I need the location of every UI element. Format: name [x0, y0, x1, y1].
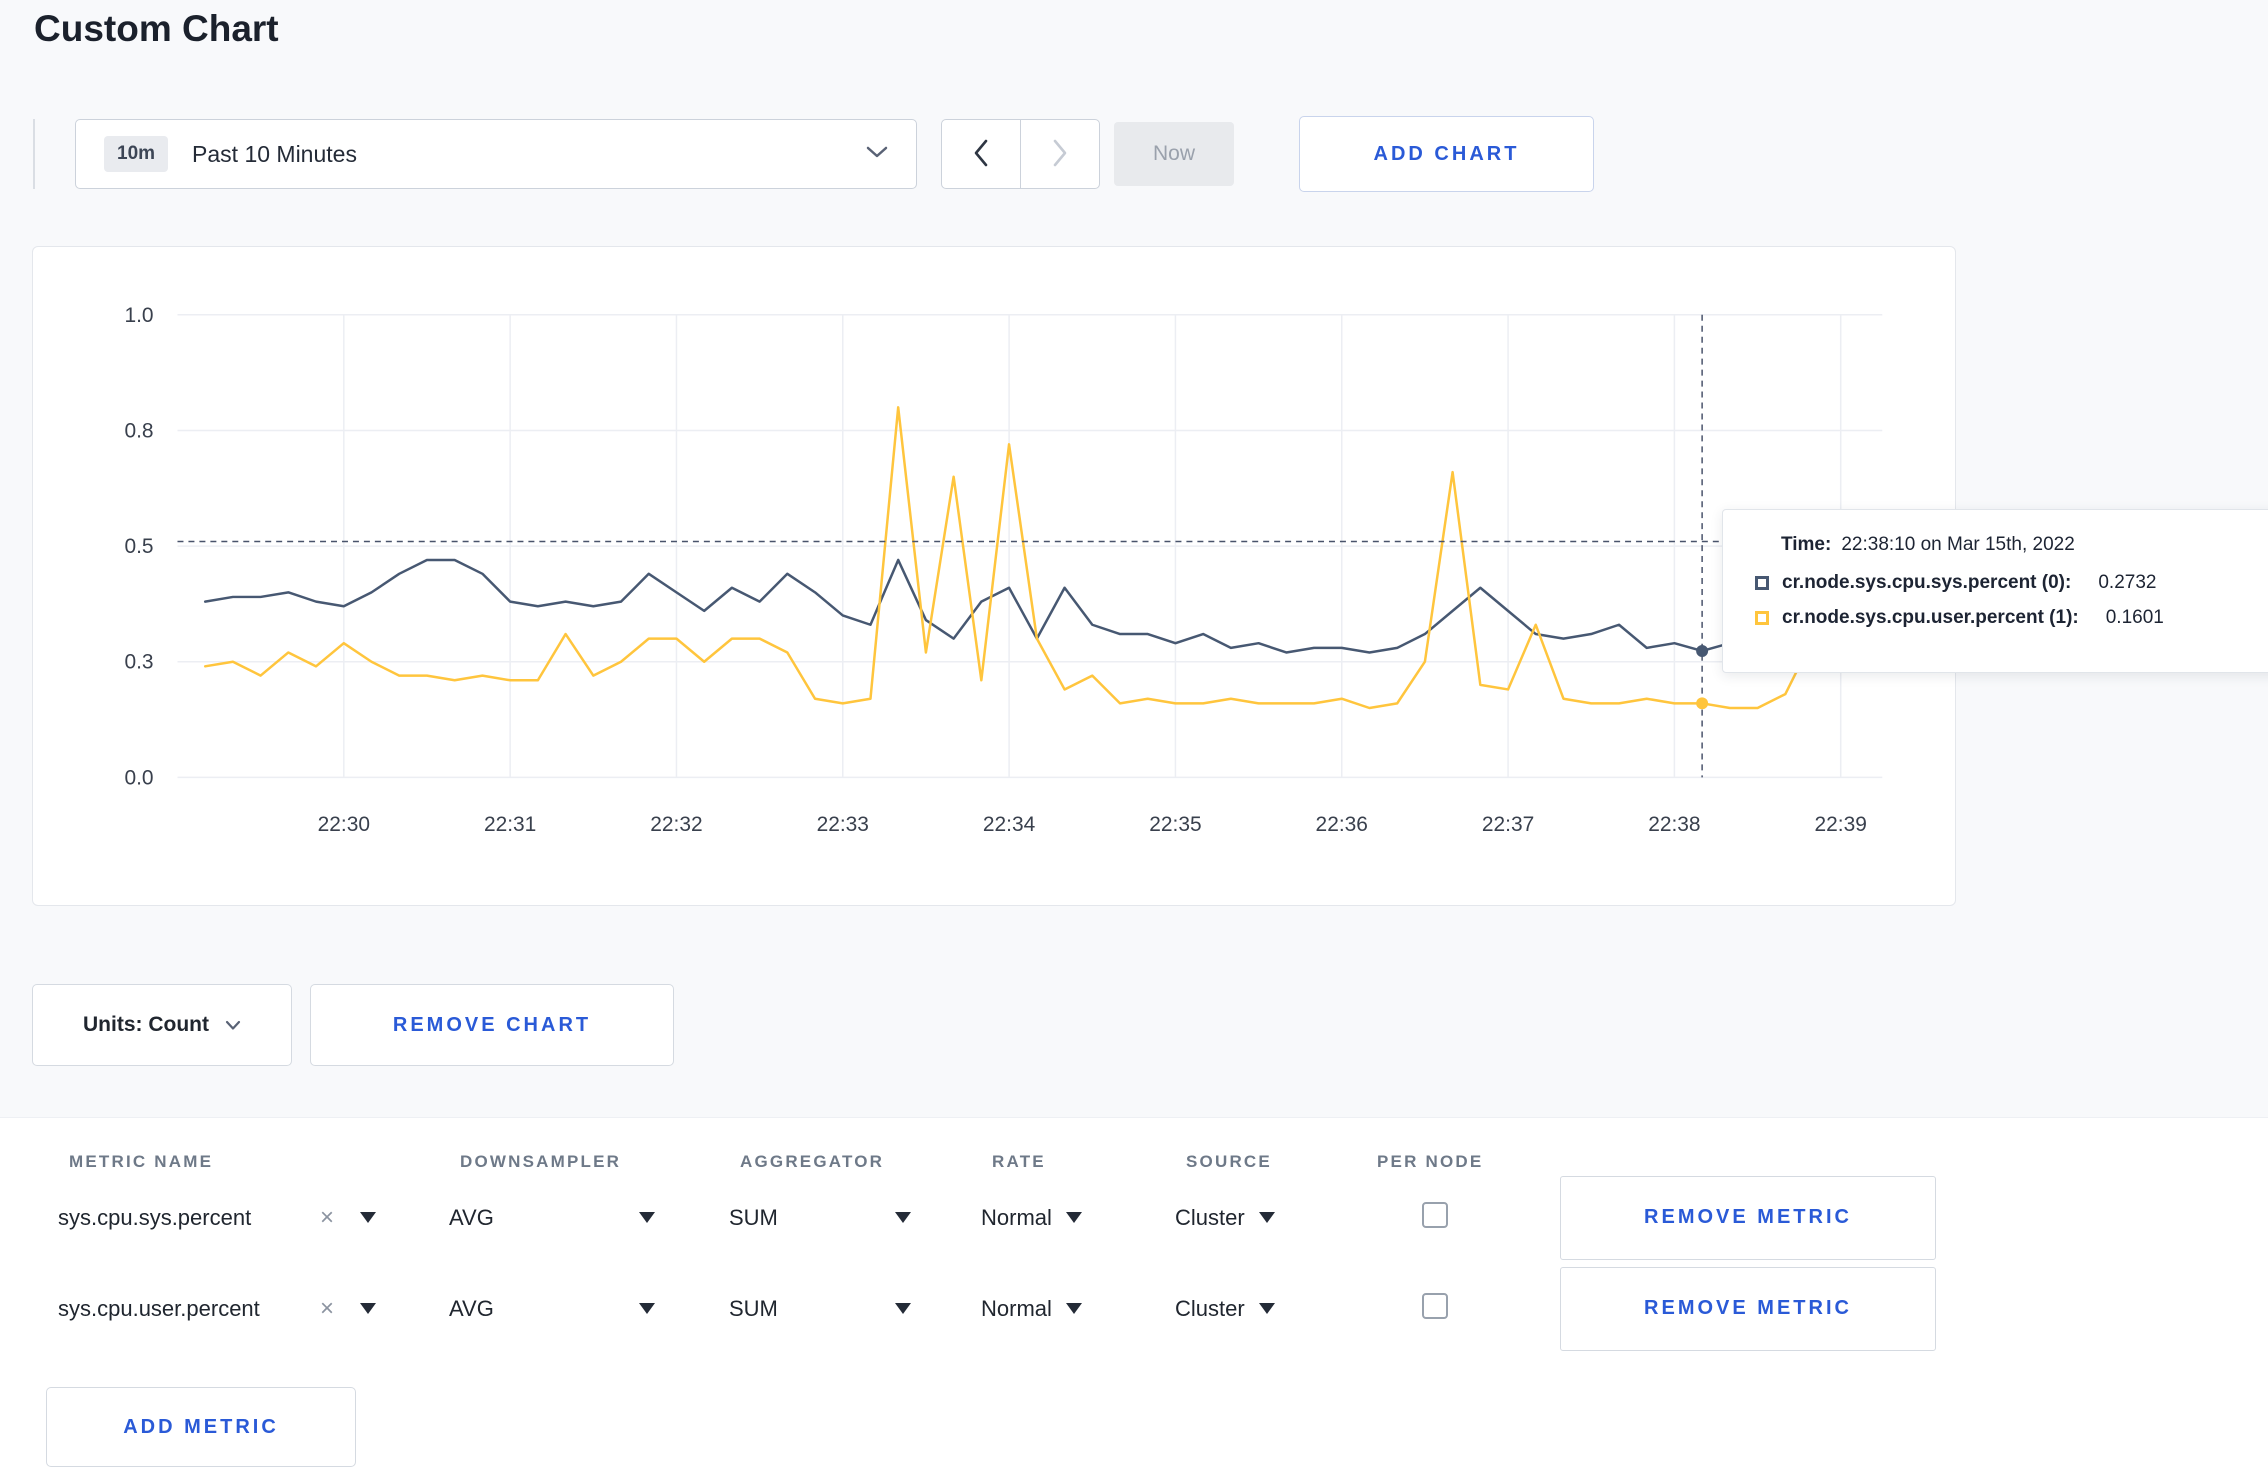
caret-down-icon: [639, 1303, 655, 1314]
caret-down-icon: [1065, 1303, 1082, 1314]
per-node-checkbox[interactable]: [1422, 1201, 1448, 1228]
time-pager: [941, 119, 1100, 189]
toolbar-divider: [33, 119, 35, 189]
caret-down-icon: [1258, 1303, 1275, 1314]
time-range-select[interactable]: 10m Past 10 Minutes: [75, 119, 917, 189]
chart-tooltip: Time: 22:38:10 on Mar 15th, 2022 cr.node.…: [1722, 509, 2268, 673]
add-chart-button[interactable]: ADD CHART: [1299, 116, 1594, 192]
svg-text:22:31: 22:31: [484, 813, 536, 836]
col-header-aggregator: AGGREGATOR: [740, 1152, 885, 1171]
col-header-per-node: PER NODE: [1377, 1152, 1484, 1171]
units-label: Units: Count: [83, 1013, 209, 1036]
downsampler-value: AVG: [449, 1295, 494, 1321]
source-select[interactable]: Cluster: [1175, 1296, 1366, 1322]
rate-select[interactable]: Normal: [981, 1205, 1175, 1231]
chart-card: 0.0 0.3 0.5 0.8 1.0 22:30 22:31 22:32 22:33 22:34…: [32, 246, 1956, 906]
per-node-checkbox[interactable]: [1422, 1292, 1448, 1319]
metric-name-value: sys.cpu.sys.percent: [58, 1204, 252, 1230]
series-user-swatch-icon: [1755, 611, 1769, 625]
svg-text:0.5: 0.5: [124, 535, 153, 558]
svg-text:22:36: 22:36: [1316, 813, 1368, 836]
time-range-label: Past 10 Minutes: [192, 140, 357, 167]
aggregator-select[interactable]: SUM: [729, 1205, 911, 1231]
remove-chart-button[interactable]: REMOVE CHART: [310, 984, 674, 1066]
tooltip-time-label: Time:: [1781, 534, 1832, 555]
custom-chart-page: Custom Chart 10m Past 10 Minutes Now ADD…: [0, 0, 2268, 1478]
tooltip-series-label: cr.node.sys.cpu.sys.percent (0):: [1782, 572, 2072, 593]
rate-value: Normal: [981, 1295, 1052, 1321]
caret-down-icon: [360, 1212, 376, 1223]
caret-down-icon: [360, 1303, 376, 1314]
tooltip-series-value: 0.1601: [2105, 607, 2164, 628]
downsampler-value: AVG: [449, 1204, 494, 1230]
downsampler-select[interactable]: AVG: [449, 1296, 655, 1322]
clear-metric-icon[interactable]: ×: [320, 1295, 334, 1323]
svg-text:0.8: 0.8: [124, 419, 153, 442]
chevron-left-icon: [973, 139, 989, 170]
downsampler-select[interactable]: AVG: [449, 1205, 655, 1231]
aggregator-value: SUM: [729, 1295, 778, 1321]
svg-text:22:32: 22:32: [650, 813, 702, 836]
caret-down-icon: [1258, 1212, 1275, 1223]
col-header-downsampler: DOWNSAMPLER: [460, 1152, 622, 1171]
add-metric-button[interactable]: ADD METRIC: [46, 1387, 356, 1467]
series-sys-swatch-icon: [1755, 576, 1769, 590]
tooltip-time-value: 22:38:10 on Mar 15th, 2022: [1841, 534, 2075, 555]
tooltip-series-value: 0.2732: [2098, 572, 2157, 593]
svg-text:22:38: 22:38: [1648, 813, 1700, 836]
chevron-down-icon: [225, 1013, 241, 1037]
clear-metric-icon[interactable]: ×: [320, 1204, 334, 1232]
svg-text:22:39: 22:39: [1815, 813, 1867, 836]
aggregator-select[interactable]: SUM: [729, 1296, 911, 1322]
svg-text:22:35: 22:35: [1149, 813, 1201, 836]
svg-text:0.3: 0.3: [124, 651, 153, 674]
svg-text:22:33: 22:33: [817, 813, 869, 836]
remove-metric-button[interactable]: REMOVE METRIC: [1560, 1175, 1936, 1260]
remove-metric-button[interactable]: REMOVE METRIC: [1560, 1266, 1936, 1351]
time-range-badge: 10m: [104, 136, 169, 172]
time-prev-button[interactable]: [941, 119, 1021, 189]
page-title: Custom Chart: [34, 8, 279, 49]
col-header-metric-name: METRIC NAME: [69, 1152, 214, 1171]
source-value: Cluster: [1175, 1204, 1245, 1230]
svg-text:22:30: 22:30: [318, 813, 370, 836]
caret-down-icon: [895, 1303, 911, 1314]
svg-text:1.0: 1.0: [124, 304, 153, 327]
metrics-table: METRIC NAME DOWNSAMPLER AGGREGATOR RATE …: [0, 1117, 2268, 1478]
rate-select[interactable]: Normal: [981, 1296, 1175, 1322]
metrics-table-header: METRIC NAME DOWNSAMPLER AGGREGATOR RATE …: [0, 1118, 2268, 1172]
svg-text:22:37: 22:37: [1482, 813, 1534, 836]
units-select[interactable]: Units: Count: [32, 984, 292, 1066]
svg-text:0.0: 0.0: [124, 766, 153, 789]
rate-value: Normal: [981, 1204, 1052, 1230]
metric-name-select[interactable]: sys.cpu.user.percent ×: [58, 1295, 376, 1323]
time-next-button[interactable]: [1019, 119, 1100, 189]
metric-name-select[interactable]: sys.cpu.sys.percent ×: [58, 1204, 376, 1232]
tooltip-time-row: Time: 22:38:10 on Mar 15th, 2022: [1755, 534, 2257, 556]
metric-row: sys.cpu.sys.percent × AVG SUM Normal Clu…: [0, 1172, 2268, 1263]
metric-row: sys.cpu.user.percent × AVG SUM Normal Cl…: [0, 1263, 2268, 1354]
svg-text:22:34: 22:34: [983, 813, 1036, 836]
now-button[interactable]: Now: [1114, 122, 1234, 186]
chevron-right-icon: [1052, 139, 1068, 170]
tooltip-series-label: cr.node.sys.cpu.user.percent (1):: [1782, 607, 2079, 628]
line-chart[interactable]: 0.0 0.3 0.5 0.8 1.0 22:30 22:31 22:32 22:33 22:34…: [33, 247, 1955, 905]
caret-down-icon: [895, 1212, 911, 1223]
chevron-down-icon: [866, 145, 888, 164]
tooltip-series-row: cr.node.sys.cpu.sys.percent (0): 0.2732: [1755, 572, 2257, 594]
source-select[interactable]: Cluster: [1175, 1205, 1366, 1231]
caret-down-icon: [639, 1212, 655, 1223]
aggregator-value: SUM: [729, 1204, 778, 1230]
metric-name-value: sys.cpu.user.percent: [58, 1295, 260, 1321]
caret-down-icon: [1065, 1212, 1082, 1223]
col-header-rate: RATE: [992, 1152, 1046, 1171]
tooltip-series-row: cr.node.sys.cpu.user.percent (1): 0.1601: [1755, 607, 2257, 629]
source-value: Cluster: [1175, 1295, 1245, 1321]
col-header-source: SOURCE: [1186, 1152, 1272, 1171]
